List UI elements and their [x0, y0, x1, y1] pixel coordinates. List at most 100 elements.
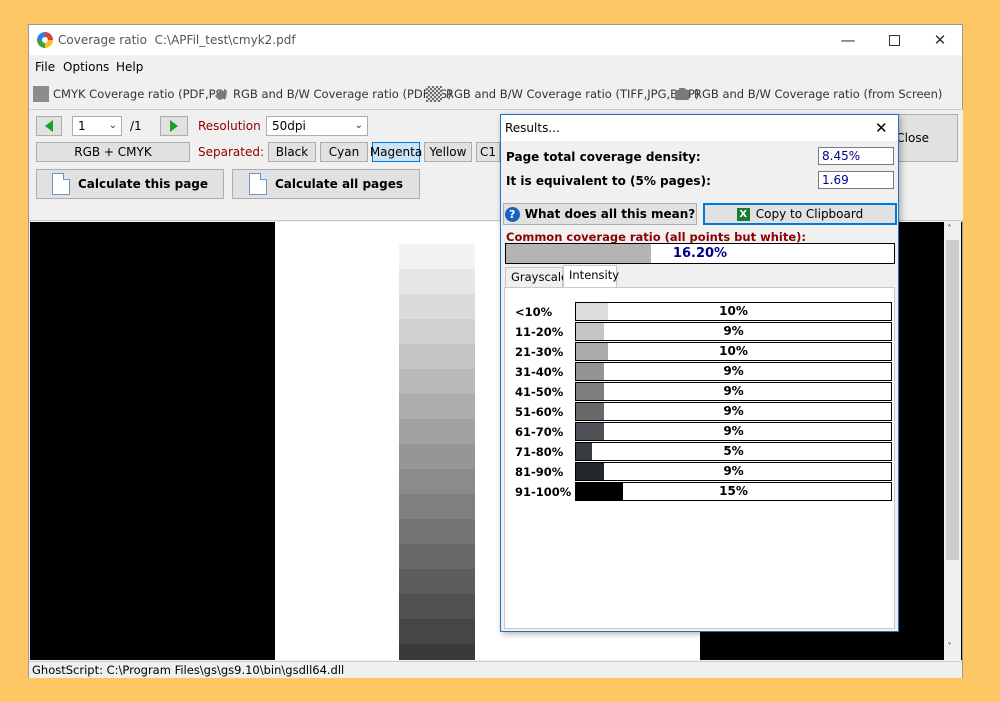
gray-ramp-step: [399, 444, 475, 469]
intensity-row-bar: 10%: [575, 342, 892, 361]
next-page-button[interactable]: [160, 116, 188, 136]
intensity-row-value: 9%: [723, 464, 744, 478]
intensity-panel: <10% 10% 11-20% 9% 21-30% 10% 31-40% 9% 41-50% 9%…: [504, 287, 895, 629]
results-title-bar: Results... ✕: [501, 115, 898, 141]
intensity-row-value: 10%: [719, 344, 748, 358]
gray-ramp: [399, 244, 475, 660]
cyan-separation-button[interactable]: Cyan: [320, 142, 368, 162]
gray-ramp-step: [399, 344, 475, 369]
gray-ramp-step: [399, 319, 475, 344]
common-ratio-value: 16.20%: [672, 246, 728, 261]
intensity-row-label: 91-100%: [515, 485, 572, 499]
intensity-row-label: <10%: [515, 305, 553, 319]
vertical-scrollbar[interactable]: ˄ ˅: [944, 222, 961, 660]
intensity-row-label: 11-20%: [515, 325, 564, 339]
gray-ramp-step: [399, 419, 475, 444]
intensity-row-bar: 10%: [575, 302, 892, 321]
c1-separation-button[interactable]: C1: [476, 142, 500, 162]
app-logo-icon: [37, 32, 53, 48]
toolbar-rgb-screen-label: RGB and B/W Coverage ratio (from Screen): [694, 87, 943, 101]
menu-bar: File Options Help: [29, 56, 962, 78]
toolbar-cmyk-pdf[interactable]: CMYK Coverage ratio (PDF,PS): [33, 85, 227, 103]
resolution-select-value: 50dpi: [272, 119, 306, 133]
intensity-row-value: 5%: [723, 444, 744, 458]
help-button[interactable]: ? What does all this mean?: [503, 203, 697, 225]
minimize-icon: —: [840, 31, 856, 49]
intensity-row-value: 10%: [719, 304, 748, 318]
gray-ramp-step: [399, 544, 475, 569]
window-title: Coverage ratio C:\APFil_test\cmyk2.pdf: [58, 33, 296, 47]
magenta-separation-button[interactable]: Magenta: [370, 142, 422, 162]
maximize-icon: [888, 35, 900, 46]
black-separation-button[interactable]: Black: [268, 142, 316, 162]
page-select[interactable]: 1 ⌄: [72, 116, 122, 136]
intensity-row-bar: 9%: [575, 362, 892, 381]
toolbar-rgb-image[interactable]: RGB and B/W Coverage ratio (TIFF,JPG,BMP…: [426, 85, 699, 103]
prev-page-button[interactable]: [36, 116, 62, 136]
dialog-close-icon[interactable]: ✕: [875, 119, 888, 137]
question-icon: ?: [504, 206, 520, 222]
intensity-row-label: 81-90%: [515, 465, 564, 479]
rgb-pdf-icon: [213, 86, 229, 102]
intensity-row-bar: 15%: [575, 482, 892, 501]
menu-file[interactable]: File: [35, 60, 55, 74]
calculate-page-label: Calculate this page: [77, 177, 209, 191]
common-ratio-bar: 16.20%: [505, 243, 895, 264]
calculate-page-button[interactable]: Calculate this page: [36, 169, 224, 199]
window-title-name: Coverage ratio: [58, 33, 147, 47]
gray-ramp-step: [399, 519, 475, 544]
toolbar-rgb-pdf[interactable]: RGB and B/W Coverage ratio (PDF,PS): [213, 85, 452, 103]
document-icon: [51, 173, 70, 195]
page-total: /1: [130, 119, 142, 133]
gray-ramp-step: [399, 369, 475, 394]
intensity-row-bar: 5%: [575, 442, 892, 461]
yellow-separation-button[interactable]: Yellow: [424, 142, 472, 162]
intensity-row-value: 9%: [723, 324, 744, 338]
scroll-down-icon[interactable]: ˅: [947, 642, 952, 653]
gray-ramp-step: [399, 244, 475, 269]
tab-grayscale[interactable]: Grayscale: [505, 267, 568, 287]
common-ratio-label: Common coverage ratio (all points but wh…: [506, 230, 806, 244]
intensity-row-value: 9%: [723, 404, 744, 418]
copy-clipboard-button[interactable]: X Copy to Clipboard: [703, 203, 897, 225]
density-value: 8.45%: [818, 147, 894, 165]
intensity-row-label: 21-30%: [515, 345, 564, 359]
tab-intensity[interactable]: Intensity: [563, 265, 619, 287]
scrollbar-thumb[interactable]: [946, 240, 959, 560]
arrow-left-icon: [45, 120, 53, 132]
gray-ramp-step: [399, 269, 475, 294]
resolution-label: Resolution: [198, 119, 261, 133]
intensity-row-value: 9%: [723, 384, 744, 398]
intensity-row-bar: 9%: [575, 322, 892, 341]
screen-icon: [674, 86, 690, 102]
toolbar-rgb-screen[interactable]: RGB and B/W Coverage ratio (from Screen): [674, 85, 942, 103]
gray-ramp-step: [399, 644, 475, 660]
menu-help[interactable]: Help: [116, 60, 143, 74]
close-icon: ✕: [933, 31, 947, 49]
help-button-label: What does all this mean?: [524, 207, 696, 221]
image-icon: [426, 86, 442, 102]
equiv-value: 1.69: [818, 171, 894, 189]
intensity-row-label: 51-60%: [515, 405, 564, 419]
results-title: Results...: [505, 121, 560, 135]
window-title-path: C:\APFil_test\cmyk2.pdf: [154, 33, 296, 47]
scroll-up-icon[interactable]: ˄: [947, 224, 952, 235]
minimize-button[interactable]: —: [825, 25, 871, 55]
resolution-select[interactable]: 50dpi ⌄: [266, 116, 368, 136]
intensity-row-bar: 9%: [575, 422, 892, 441]
maximize-button[interactable]: [871, 25, 917, 55]
calculate-all-button[interactable]: Calculate all pages: [232, 169, 420, 199]
close-window-button[interactable]: ✕: [917, 25, 963, 55]
rgb-cmyk-button[interactable]: RGB + CMYK: [36, 142, 190, 162]
excel-icon: X: [736, 207, 750, 221]
cmyk-icon: [33, 86, 49, 102]
menu-options[interactable]: Options: [63, 60, 109, 74]
toolbar: CMYK Coverage ratio (PDF,PS) RGB and B/W…: [29, 83, 962, 105]
gray-ramp-step: [399, 394, 475, 419]
intensity-row-label: 71-80%: [515, 445, 564, 459]
toolbar-rgb-image-label: RGB and B/W Coverage ratio (TIFF,JPG,BMP…: [446, 87, 700, 101]
gray-ramp-step: [399, 569, 475, 594]
gray-ramp-step: [399, 594, 475, 619]
gray-ramp-step: [399, 294, 475, 319]
page-select-value: 1: [78, 119, 86, 133]
